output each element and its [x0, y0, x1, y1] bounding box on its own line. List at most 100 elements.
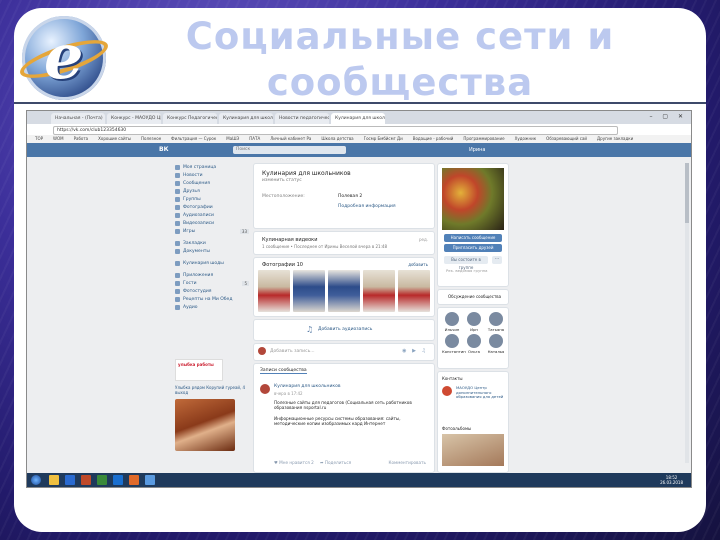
- scrollbar-thumb[interactable]: [685, 163, 689, 223]
- vk-user-menu[interactable]: Ирина: [469, 147, 486, 153]
- sidebar-item-friends[interactable]: Друзья: [175, 187, 249, 195]
- sidebar-item-audio-app[interactable]: Аудио: [175, 303, 249, 311]
- photo-thumbnail[interactable]: [258, 270, 290, 312]
- sidebar-item-photos[interactable]: Фотографии: [175, 203, 249, 211]
- bookmark[interactable]: ТОР: [35, 135, 43, 143]
- contact-name[interactable]: МАОУДО Центр дополнительного образования…: [456, 385, 506, 400]
- member-status-button[interactable]: Вы состоите в группе: [444, 256, 488, 270]
- browser-tab[interactable]: Конкурс - МАОУДО ЦЦ: [107, 113, 161, 124]
- chrome-icon[interactable]: [97, 475, 107, 485]
- bookmark[interactable]: Личный кабинет Ра: [270, 135, 311, 143]
- post-author-avatar[interactable]: [260, 384, 270, 394]
- friend-item[interactable]: Наталья: [486, 334, 506, 354]
- bookmark[interactable]: Художник: [515, 135, 537, 143]
- friend-item[interactable]: Ильчин: [442, 312, 462, 332]
- browser-tab-active[interactable]: Кулинария для школ: [331, 113, 385, 124]
- photo-thumbnail[interactable]: [363, 270, 395, 312]
- sidebar-item-news[interactable]: Новости: [175, 171, 249, 179]
- new-post-box[interactable]: Добавить запись... ◉ ▶ ♫: [253, 343, 435, 361]
- bookmark[interactable]: Хорошие сайты: [98, 135, 131, 143]
- sidebar-item-bookmarks[interactable]: Закладки: [175, 239, 249, 247]
- sidebar-item-recipes[interactable]: Рецепты на Ми Обед: [175, 295, 249, 303]
- vk-logo[interactable]: ВК: [159, 146, 168, 153]
- bookmark[interactable]: Полезное: [141, 135, 161, 143]
- post-author[interactable]: Кулинария для школьников: [274, 384, 341, 389]
- invite-friends-button[interactable]: Пригласить друзей: [444, 244, 502, 252]
- sidebar-ad[interactable]: улыбка работы Улыбка рядом Корупий гуреа…: [175, 359, 249, 479]
- url-input[interactable]: https://vk.com/club123354630: [53, 126, 618, 135]
- bookmark[interactable]: МаШЭ: [226, 135, 239, 143]
- sidebar-item-documents[interactable]: Документы: [175, 247, 249, 255]
- explorer-icon[interactable]: [49, 475, 59, 485]
- contact-avatar[interactable]: [442, 386, 452, 396]
- bookmark[interactable]: Школа детства: [321, 135, 353, 143]
- system-clock[interactable]: 18:52 26.03.2018: [660, 475, 683, 485]
- bookmark[interactable]: Программирование: [463, 135, 504, 143]
- photo-albums-title[interactable]: Фотоальбомы: [442, 426, 471, 431]
- page-scrollbar[interactable]: [685, 163, 689, 463]
- window-controls[interactable]: – ▢ ✕: [649, 113, 687, 120]
- write-message-button[interactable]: Написать сообщение: [444, 234, 502, 242]
- sidebar-item-messages[interactable]: Сообщения: [175, 179, 249, 187]
- browser-tab[interactable]: Начальная - (Почта): [51, 113, 105, 124]
- photo-thumbnail[interactable]: [293, 270, 325, 312]
- bookmark[interactable]: Обзаревающий сай: [546, 135, 587, 143]
- message-icon: [175, 180, 180, 186]
- community-discussion-link[interactable]: Обсуждение сообщества: [437, 289, 509, 305]
- bookmark[interactable]: ПАТА: [249, 135, 260, 143]
- friend-item[interactable]: Константин: [442, 334, 466, 354]
- sidebar-item-guests[interactable]: Гости 5: [175, 279, 249, 287]
- bookmark[interactable]: Работа: [74, 135, 89, 143]
- friend-item[interactable]: Татьяна: [486, 312, 506, 332]
- discussion-card[interactable]: Кулинарная видеоки 1 сообщение • Последн…: [253, 231, 435, 255]
- contacts-title: Контакты: [442, 376, 463, 381]
- new-post-input[interactable]: Добавить запись...: [270, 349, 315, 354]
- photos-title[interactable]: Фотографии 10: [262, 262, 303, 268]
- sidebar-item-apps[interactable]: Приложения: [175, 271, 249, 279]
- bookmark[interactable]: Водащие - рабочий: [413, 135, 454, 143]
- bookmark[interactable]: Фильтрация — Сурок: [171, 135, 216, 143]
- browser-tab[interactable]: Новости педагогического: [275, 113, 329, 124]
- bookmark[interactable]: Госмр Бмбйсмг Ди: [364, 135, 403, 143]
- photo-thumbnail[interactable]: [398, 270, 430, 312]
- share-button[interactable]: ➦ Поделиться: [320, 460, 351, 465]
- photos-add-link[interactable]: добавить: [408, 262, 428, 267]
- app-icon[interactable]: [145, 475, 155, 485]
- post-date[interactable]: вчера в 17:42: [274, 391, 303, 396]
- sidebar-item-games[interactable]: Игры 33: [175, 227, 249, 235]
- avatar: [445, 334, 459, 348]
- word-icon[interactable]: [65, 475, 75, 485]
- powerpoint-icon[interactable]: [81, 475, 91, 485]
- discussion-meta: 1 сообщение • Последнее от Ирины Веселой…: [262, 244, 387, 249]
- group-status[interactable]: изменить статус: [262, 178, 302, 183]
- comment-button[interactable]: Комментировать: [389, 460, 427, 465]
- sidebar-item-video[interactable]: Видеозаписи: [175, 219, 249, 227]
- windows-taskbar: 18:52 26.03.2018: [27, 473, 691, 487]
- start-button-icon[interactable]: [31, 475, 41, 485]
- more-actions-button[interactable]: ···: [492, 256, 502, 264]
- photoshop-icon[interactable]: [113, 475, 123, 485]
- audio-card[interactable]: ♫ Добавить аудиозапись: [253, 319, 435, 341]
- discussion-edit-link[interactable]: ред.: [419, 237, 428, 242]
- browser-tab[interactable]: Конкурс Педагогический: [163, 113, 217, 124]
- friend-item[interactable]: Ирн: [464, 312, 484, 332]
- attach-icons[interactable]: ◉ ▶ ♫: [402, 348, 428, 354]
- add-audio-link[interactable]: Добавить аудиозапись: [318, 327, 372, 332]
- bookmark[interactable]: WOM: [53, 135, 64, 143]
- sidebar-item-audio[interactable]: Аудиозаписи: [175, 211, 249, 219]
- sidebar-item-photostudio[interactable]: Фотостудия: [175, 287, 249, 295]
- like-button[interactable]: ♥ Мне нравится 2: [274, 460, 314, 465]
- browser-tab[interactable]: Кулинария для школ: [219, 113, 273, 124]
- sidebar-item-my-page[interactable]: Моя страница: [175, 163, 249, 171]
- vk-search-input[interactable]: Поиск: [233, 146, 346, 154]
- friend-item[interactable]: Ольга: [464, 334, 484, 354]
- sidebar-item-groups[interactable]: Группы: [175, 195, 249, 203]
- sidebar-item-cooking[interactable]: Кулинария шоды: [175, 259, 249, 267]
- photo-thumbnail[interactable]: [328, 270, 360, 312]
- bookmark[interactable]: Другие закладки: [597, 135, 633, 143]
- album-thumbnail[interactable]: [442, 434, 504, 466]
- tab-community-posts[interactable]: Записи сообщества: [260, 368, 307, 374]
- more-info-link[interactable]: Подробная информация: [338, 204, 396, 209]
- group-cover-image[interactable]: [442, 168, 504, 230]
- firefox-icon[interactable]: [129, 475, 139, 485]
